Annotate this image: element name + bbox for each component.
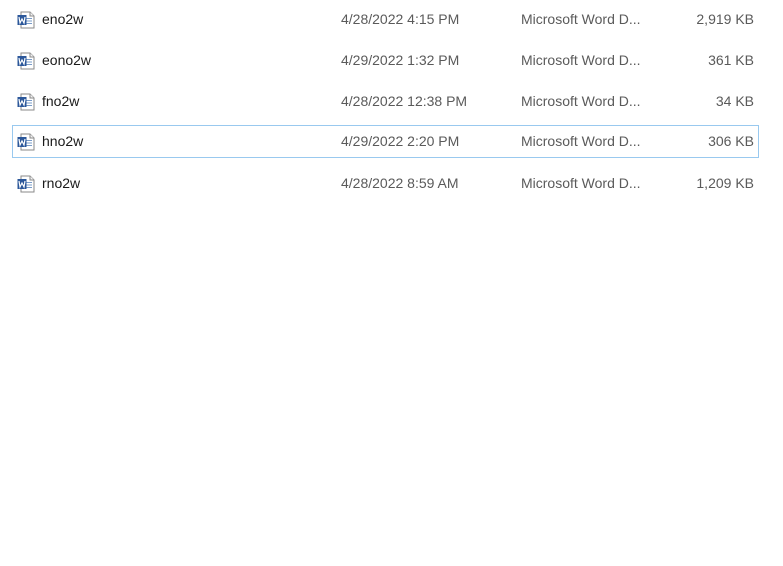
file-size: 34 KB xyxy=(715,93,754,109)
file-row-rno2w[interactable]: rno2w 4/28/2022 8:59 AM Microsoft Word D… xyxy=(12,167,759,200)
file-date-modified: 4/28/2022 8:59 AM xyxy=(341,175,459,191)
file-name[interactable]: rno2w xyxy=(42,175,80,191)
file-name[interactable]: hno2w xyxy=(42,133,83,149)
file-type: Microsoft Word D... xyxy=(521,11,641,27)
file-row-eno2w[interactable]: eno2w 4/28/2022 4:15 PM Microsoft Word D… xyxy=(12,3,759,36)
file-date-modified: 4/29/2022 2:20 PM xyxy=(341,133,460,149)
file-size: 361 KB xyxy=(708,52,754,68)
file-date-modified: 4/28/2022 12:38 PM xyxy=(341,93,468,109)
file-type: Microsoft Word D... xyxy=(521,93,641,109)
file-row-eono2w[interactable]: eono2w 4/29/2022 1:32 PM Microsoft Word … xyxy=(12,44,759,77)
file-date-modified: 4/29/2022 1:32 PM xyxy=(341,52,460,68)
file-row-fno2w[interactable]: fno2w 4/28/2022 12:38 PM Microsoft Word … xyxy=(12,85,759,118)
file-name[interactable]: fno2w xyxy=(42,93,79,109)
word-document-icon xyxy=(17,52,35,70)
file-size: 2,919 KB xyxy=(696,11,754,27)
file-type: Microsoft Word D... xyxy=(521,133,641,149)
word-document-icon xyxy=(17,133,35,151)
file-date-modified: 4/28/2022 4:15 PM xyxy=(341,11,460,27)
word-document-icon xyxy=(17,11,35,29)
file-type: Microsoft Word D... xyxy=(521,52,641,68)
file-size: 1,209 KB xyxy=(696,175,754,191)
file-size: 306 KB xyxy=(708,133,754,149)
file-name[interactable]: eno2w xyxy=(42,11,83,27)
file-type: Microsoft Word D... xyxy=(521,175,641,191)
file-name[interactable]: eono2w xyxy=(42,52,91,68)
word-document-icon xyxy=(17,93,35,111)
word-document-icon xyxy=(17,175,35,193)
file-row-hno2w[interactable]: hno2w 4/29/2022 2:20 PM Microsoft Word D… xyxy=(12,125,759,158)
